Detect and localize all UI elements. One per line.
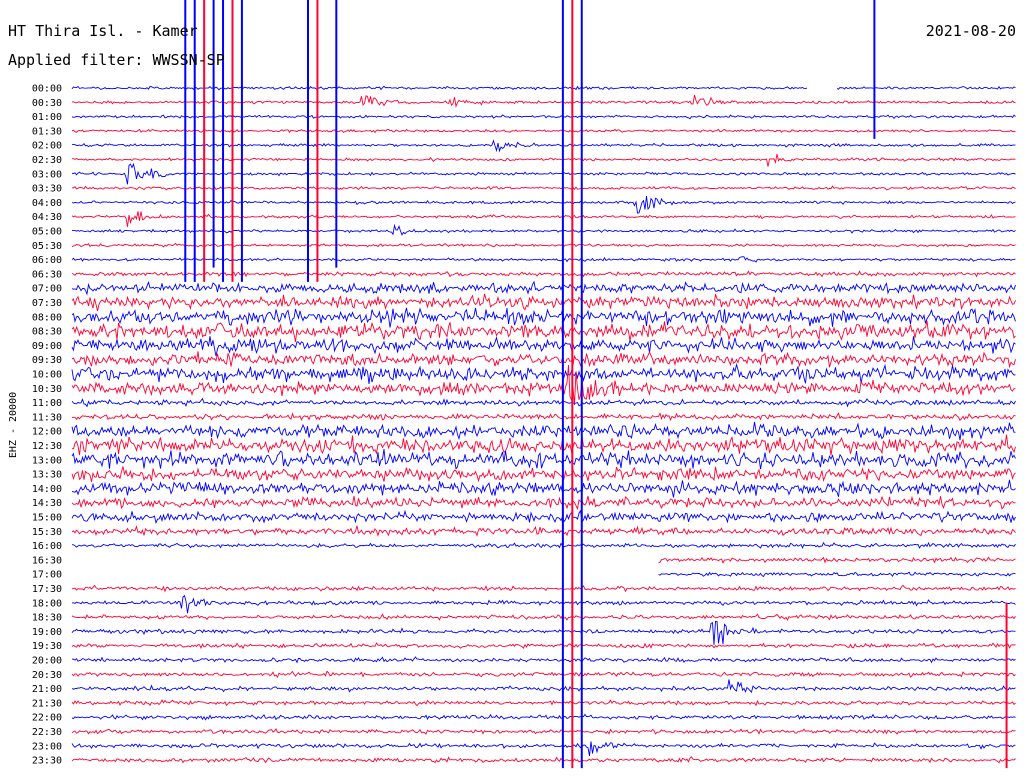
filter-label: Applied filter: WWSSN-SP bbox=[8, 51, 225, 69]
row-time-label: 22:30 bbox=[32, 727, 62, 738]
row-time-label: 15:00 bbox=[32, 513, 62, 524]
row-time-label: 16:00 bbox=[32, 541, 62, 552]
row-time-label: 17:00 bbox=[32, 570, 62, 581]
row-time-label: 18:00 bbox=[32, 598, 62, 609]
y-axis-label: EHZ - 20000 bbox=[8, 392, 19, 458]
row-time-label: 01:00 bbox=[32, 112, 62, 123]
helicorder-chart: 00:00 00:30 01:00 01:30 02:00 02:30 03:00 03:30… bbox=[8, 0, 1016, 769]
trace-line bbox=[71, 270, 1016, 278]
row-time-label: 06:00 bbox=[32, 255, 62, 266]
chart-title: HT Thira Isl. - Kamer bbox=[8, 22, 198, 40]
row-time-label: 09:00 bbox=[32, 341, 62, 352]
row-time-label: 00:00 bbox=[32, 84, 62, 95]
trace-line bbox=[71, 713, 1016, 721]
trace-line bbox=[71, 280, 1016, 296]
trace-line bbox=[71, 293, 1016, 312]
row-time-label: 05:30 bbox=[32, 241, 62, 252]
trace-line bbox=[71, 448, 1016, 470]
row-time-label: 00:30 bbox=[32, 98, 62, 109]
row-time-label: 06:30 bbox=[32, 269, 62, 280]
trace-line bbox=[71, 670, 1016, 679]
trace-line bbox=[71, 656, 1016, 664]
row-time-label: 08:30 bbox=[32, 327, 62, 338]
row-time-label: 02:30 bbox=[32, 155, 62, 166]
row-time-label: 16:30 bbox=[32, 555, 62, 566]
trace-line bbox=[71, 699, 1016, 707]
trace-line bbox=[71, 620, 1016, 645]
trace-line bbox=[71, 509, 1016, 525]
row-time-label: 11:30 bbox=[32, 412, 62, 423]
trace-line bbox=[71, 642, 1016, 650]
trace-line bbox=[658, 571, 1016, 578]
row-time-label: 23:00 bbox=[32, 741, 62, 752]
trace-line bbox=[71, 336, 1016, 357]
row-time-label: 04:30 bbox=[32, 212, 62, 223]
row-time-label: 07:30 bbox=[32, 298, 62, 309]
row-time-label: 08:00 bbox=[32, 312, 62, 323]
row-time-label: 17:30 bbox=[32, 584, 62, 595]
row-time-label: 21:00 bbox=[32, 684, 62, 695]
trace-line bbox=[71, 466, 1016, 483]
row-time-label: 14:30 bbox=[32, 498, 62, 509]
row-time-label: 05:00 bbox=[32, 227, 62, 238]
trace-line bbox=[71, 727, 1016, 735]
row-time-label: 03:00 bbox=[32, 169, 62, 180]
row-time-label: 14:00 bbox=[32, 484, 62, 495]
trace-line bbox=[71, 756, 1016, 764]
row-time-label: 19:00 bbox=[32, 627, 62, 638]
trace-line bbox=[71, 421, 1016, 441]
trace-line bbox=[71, 320, 1016, 342]
row-time-label: 12:30 bbox=[32, 441, 62, 452]
trace-line bbox=[71, 584, 1016, 593]
trace-line bbox=[71, 412, 1016, 422]
row-time-label: 09:30 bbox=[32, 355, 62, 366]
trace-line bbox=[71, 613, 1016, 621]
row-time-label: 18:30 bbox=[32, 613, 62, 624]
trace-line bbox=[658, 556, 1016, 564]
trace-line bbox=[71, 679, 1016, 694]
row-time-label: 15:30 bbox=[32, 527, 62, 538]
trace-line bbox=[71, 541, 1016, 550]
trace-line bbox=[71, 479, 1016, 498]
trace-line bbox=[71, 495, 1016, 511]
row-time-labels: 00:00 00:30 01:00 01:30 02:00 02:30 03:00 03:30… bbox=[32, 84, 62, 767]
row-time-label: 13:30 bbox=[32, 470, 62, 481]
row-time-label: 20:00 bbox=[32, 656, 62, 667]
row-time-label: 22:00 bbox=[32, 713, 62, 724]
row-time-label: 21:30 bbox=[32, 698, 62, 709]
row-time-label: 01:30 bbox=[32, 126, 62, 137]
trace-line bbox=[71, 594, 1016, 614]
row-time-label: 23:30 bbox=[32, 756, 62, 767]
trace-line bbox=[71, 351, 1016, 369]
row-time-label: 02:00 bbox=[32, 141, 62, 152]
row-time-label: 04:00 bbox=[32, 198, 62, 209]
trace-line bbox=[71, 364, 1016, 405]
row-time-label: 20:30 bbox=[32, 670, 62, 681]
row-time-label: 11:00 bbox=[32, 398, 62, 409]
trace-line bbox=[71, 525, 1016, 537]
trace-line bbox=[71, 362, 1016, 384]
trace-line bbox=[71, 397, 1016, 408]
trace-line bbox=[71, 307, 1016, 328]
row-time-label: 19:30 bbox=[32, 641, 62, 652]
chart-date: 2021-08-20 bbox=[925, 22, 1016, 40]
row-time-label: 07:00 bbox=[32, 284, 62, 295]
trace-line bbox=[71, 434, 1016, 456]
row-time-label: 10:30 bbox=[32, 384, 62, 395]
row-time-label: 13:00 bbox=[32, 455, 62, 466]
row-time-label: 03:30 bbox=[32, 184, 62, 195]
row-time-label: 12:00 bbox=[32, 427, 62, 438]
trace-line bbox=[71, 741, 1016, 757]
row-time-label: 10:00 bbox=[32, 370, 62, 381]
